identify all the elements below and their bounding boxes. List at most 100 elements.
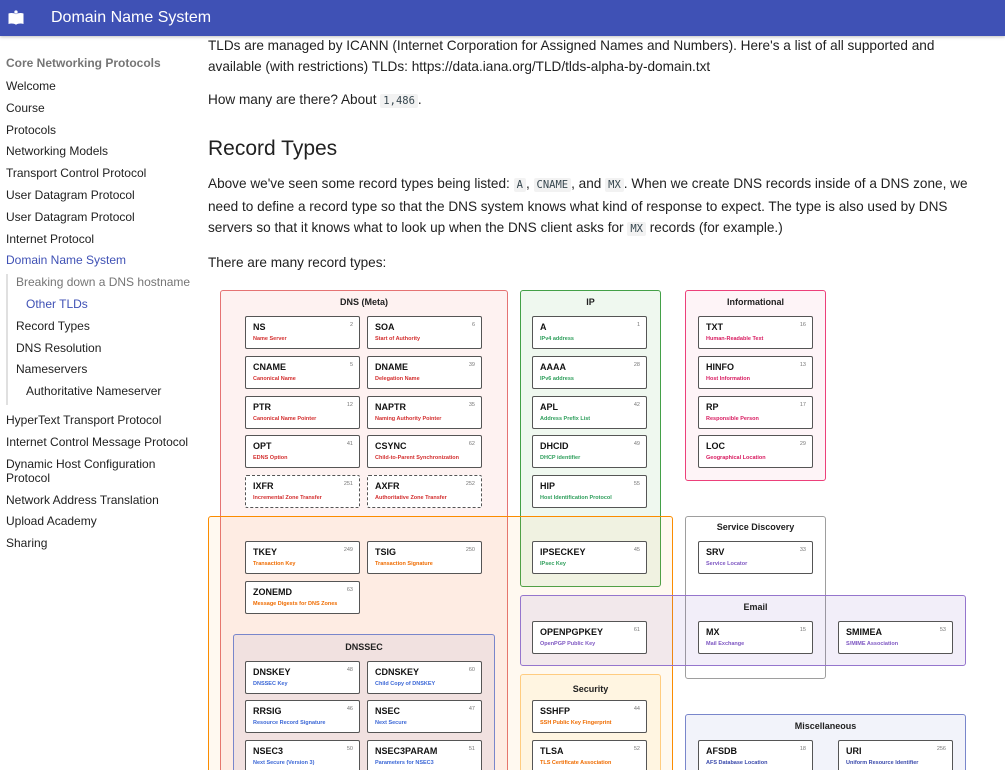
record-types-paragraph: Above we've seen some record types being… (208, 173, 988, 240)
record-card-naptr: NAPTR 35 Naming Authority Pointer (367, 396, 482, 429)
record-card-aaaa: AAAA 28 IPv6 address (532, 356, 647, 389)
nav-item-networking-models[interactable]: Networking Models (0, 143, 200, 165)
record-card-csync: CSYNC 62 Child-to-Parent Synchronization (367, 435, 482, 468)
record-number: 51 (468, 746, 475, 752)
record-card-txt: TXT 16 Human-Readable Text (698, 316, 813, 349)
nav-item-dns[interactable]: Domain Name System (0, 252, 200, 274)
nav-item-other-tlds[interactable]: Other TLDs (8, 296, 200, 318)
record-card-srv: SRV 33 Service Locator (698, 541, 813, 574)
main-content: TLDs are managed by ICANN (Internet Corp… (208, 36, 988, 273)
record-name: URI (846, 746, 862, 756)
record-desc: Mail Exchange (706, 641, 745, 647)
book-open-icon[interactable] (7, 9, 25, 27)
nav-item-dhcp[interactable]: Dynamic Host Configuration Protocol (0, 456, 200, 492)
record-card-nsec: NSEC 47 Next Secure (367, 700, 482, 733)
nav-item-course[interactable]: Course (0, 100, 200, 122)
record-card-dhcid: DHCID 49 DHCP identifier (532, 435, 647, 468)
nav-item-nat[interactable]: Network Address Translation (0, 492, 200, 514)
record-number: 35 (468, 402, 475, 408)
record-card-cname: CNAME 5 Canonical Name (245, 356, 360, 389)
record-desc: Resource Record Signature (253, 720, 326, 726)
record-card-tkey: TKEY 249 Transaction Key (245, 541, 360, 574)
app-bar: Domain Name System (0, 0, 1005, 36)
record-card-soa: SOA 6 Start of Authority (367, 316, 482, 349)
record-name: NSEC3 (253, 746, 284, 756)
rt-code-a: A (513, 178, 526, 192)
record-card-tlsa: TLSA 52 TLS Certificate Association (532, 740, 647, 770)
record-name: LOC (706, 441, 725, 451)
record-desc: Parameters for NSEC3 (375, 760, 434, 766)
record-desc: Incremental Zone Transfer (253, 495, 322, 501)
group-title-miscellaneous: Miscellaneous (794, 721, 857, 731)
record-name: RRSIG (253, 706, 282, 716)
record-number: 1 (636, 322, 640, 328)
record-name: IPSECKEY (540, 547, 586, 557)
record-name: NAPTR (375, 402, 406, 412)
nav-item-welcome[interactable]: Welcome (0, 78, 200, 100)
record-desc: Child Copy of DNSKEY (375, 681, 436, 687)
record-number: 249 (343, 547, 353, 553)
nav-item-dns-resolution[interactable]: DNS Resolution (8, 340, 200, 362)
record-desc: Message Digests for DNS Zones (253, 601, 338, 607)
record-number: 16 (799, 322, 806, 328)
record-number: 48 (346, 667, 353, 673)
nav-item-sharing[interactable]: Sharing (0, 535, 200, 557)
record-card-openpgpkey: OPENPGPKEY 61 OpenPGP Public Key (532, 621, 647, 654)
record-number: 256 (936, 746, 946, 752)
record-desc: IPv4 address (540, 336, 574, 342)
section-title-record-types: Record Types (208, 137, 338, 160)
nav-item-udp[interactable]: User Datagram Protocol (0, 187, 200, 209)
group-title-email: Email (743, 602, 768, 612)
site-title[interactable]: Domain Name System (51, 9, 211, 27)
record-desc: Next Secure (375, 720, 407, 726)
nav-item-upload-academy[interactable]: Upload Academy (0, 513, 200, 535)
record-card-cdnskey: CDNSKEY 60 Child Copy of DNSKEY (367, 661, 482, 694)
record-desc: Service Locator (706, 561, 748, 567)
nav-item-nameservers[interactable]: Nameservers (8, 361, 200, 383)
record-desc: OpenPGP Public Key (540, 641, 596, 647)
sidebar-nav: Core Networking Protocols Welcome Course… (0, 36, 200, 770)
record-number: 47 (468, 706, 475, 712)
record-number: 5 (349, 362, 353, 368)
nav-item-http[interactable]: HyperText Transport Protocol (0, 412, 200, 434)
nav-item-protocols[interactable]: Protocols (0, 122, 200, 144)
group-title-dnssec: DNSSEC (345, 642, 383, 652)
record-number: 251 (343, 481, 353, 487)
nav-item-record-types[interactable]: Record Types (8, 318, 200, 340)
record-number: 55 (633, 481, 640, 487)
record-number: 17 (799, 402, 806, 408)
record-desc: DNSSEC Key (253, 681, 288, 687)
record-name: DNSKEY (253, 667, 291, 677)
record-desc: Start of Authority (375, 336, 421, 342)
record-name: MX (706, 627, 720, 637)
record-desc: Responsible Person (706, 416, 759, 422)
record-name: AFSDB (706, 746, 737, 756)
record-name: APL (540, 402, 558, 412)
record-card-opt: OPT 41 EDNS Option (245, 435, 360, 468)
record-desc: Host Information (706, 376, 750, 382)
tld-count-value: 1,486 (380, 94, 418, 108)
rt-text-3: records (for example.) (649, 220, 783, 235)
nav-subsection: Breaking down a DNS hostname Other TLDs … (6, 274, 200, 405)
nav-item-authoritative-nameserver[interactable]: Authoritative Nameserver (8, 383, 200, 405)
record-number: 52 (633, 746, 640, 752)
record-card-dnskey: DNSKEY 48 DNSSEC Key (245, 661, 360, 694)
record-number: 18 (799, 746, 806, 752)
record-number: 12 (346, 402, 353, 408)
record-name: TLSA (540, 746, 564, 756)
record-name: OPT (253, 441, 272, 451)
nav-item-breaking-down-hostname[interactable]: Breaking down a DNS hostname (8, 274, 200, 296)
record-desc: Child-to-Parent Synchronization (375, 455, 460, 461)
nav-item-icmp[interactable]: Internet Control Message Protocol (0, 434, 200, 456)
record-card-hinfo: HINFO 13 Host Information (698, 356, 813, 389)
nav-item-tcp[interactable]: Transport Control Protocol (0, 165, 200, 187)
nav-item-ip[interactable]: Internet Protocol (0, 231, 200, 253)
record-name: HINFO (706, 362, 734, 372)
nav-item-udp-2[interactable]: User Datagram Protocol (0, 209, 200, 231)
record-card-rp: RP 17 Responsible Person (698, 396, 813, 429)
record-number: 2 (349, 322, 353, 328)
record-number: 44 (633, 706, 640, 712)
record-number: 28 (633, 362, 640, 368)
record-desc: Uniform Resource Identifier (846, 760, 919, 766)
record-desc: Authoritative Zone Transfer (375, 495, 447, 501)
